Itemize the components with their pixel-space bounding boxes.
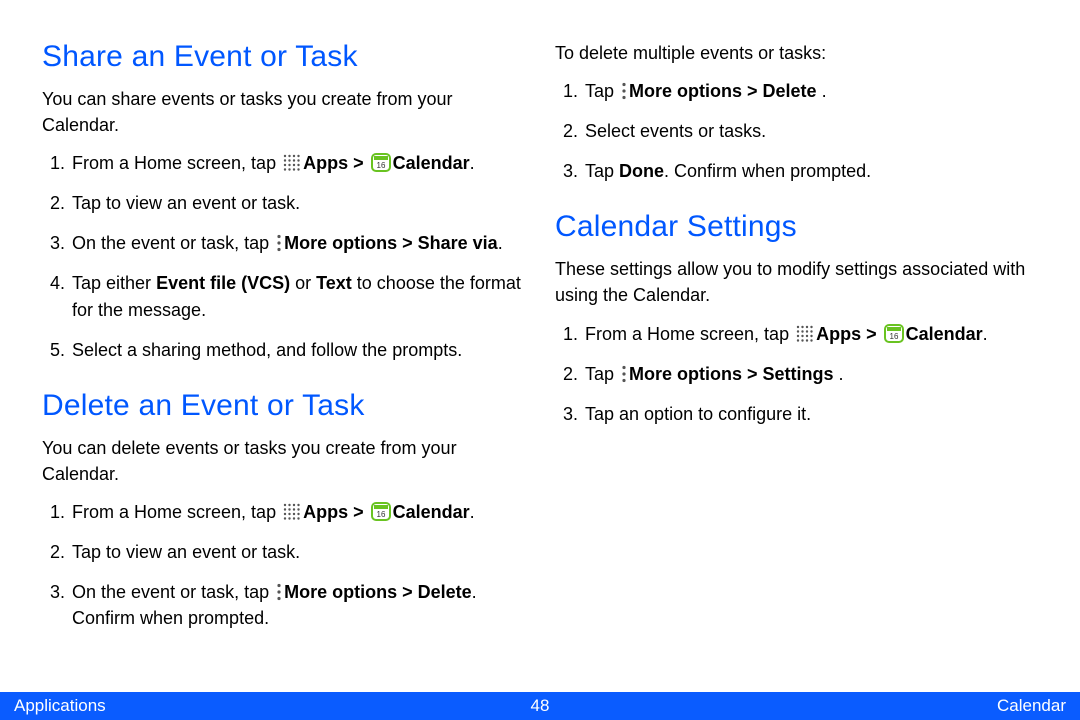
right-column: To delete multiple events or tasks: Tap … <box>555 40 1038 657</box>
share-step-1: From a Home screen, tap Apps > 16 Calenda… <box>70 150 525 176</box>
apps-label: Apps > <box>816 324 882 344</box>
delete-step-3: On the event or task, tap More options >… <box>70 579 525 631</box>
text: On the event or task, tap <box>72 582 274 602</box>
settings-step-2: Tap More options > Settings . <box>583 361 1038 387</box>
more-options-label: More options > Delete <box>284 582 472 602</box>
left-column: Share an Event or Task You can share eve… <box>42 40 525 657</box>
apps-grid-icon <box>283 503 301 521</box>
share-lead: You can share events or tasks you create… <box>42 86 525 138</box>
calendar-icon: 16 <box>884 323 904 343</box>
delete-step-2: Tap to view an event or task. <box>70 539 525 565</box>
more-options-icon <box>276 234 282 252</box>
settings-steps: From a Home screen, tap Apps > 16 Calenda… <box>555 321 1038 427</box>
footer-page-number: 48 <box>0 696 1080 716</box>
more-options-icon <box>621 82 627 100</box>
more-options-icon <box>276 583 282 601</box>
apps-label: Apps > <box>303 153 369 173</box>
text: . <box>470 153 475 173</box>
text: From a Home screen, tap <box>72 153 281 173</box>
calendar-icon: 16 <box>371 501 391 521</box>
page-footer: Applications 48 Calendar <box>0 692 1080 720</box>
settings-lead: These settings allow you to modify setti… <box>555 256 1038 308</box>
calendar-label: Calendar <box>906 324 983 344</box>
text: Tap <box>585 161 619 181</box>
share-step-2: Tap to view an event or task. <box>70 190 525 216</box>
calendar-label: Calendar <box>393 153 470 173</box>
text: . <box>470 502 475 522</box>
more-options-label: More options > Delete <box>629 81 822 101</box>
calendar-icon: 16 <box>371 152 391 172</box>
apps-label: Apps > <box>303 502 369 522</box>
apps-grid-icon <box>796 325 814 343</box>
bold: Event file (VCS) <box>156 273 290 293</box>
share-title: Share an Event or Task <box>42 40 525 74</box>
delete-steps: From a Home screen, tap Apps > 16 Calenda… <box>42 499 525 631</box>
apps-grid-icon <box>283 154 301 172</box>
bold: Done <box>619 161 664 181</box>
share-step-3: On the event or task, tap More options >… <box>70 230 525 256</box>
text: From a Home screen, tap <box>72 502 281 522</box>
text: . <box>498 233 503 253</box>
delete-multi-step-2: Select events or tasks. <box>583 118 1038 144</box>
delete-multi-lead: To delete multiple events or tasks: <box>555 40 1038 66</box>
page-body: Share an Event or Task You can share eve… <box>0 0 1080 657</box>
delete-multi-step-3: Tap Done. Confirm when prompted. <box>583 158 1038 184</box>
svg-text:16: 16 <box>376 510 385 519</box>
more-options-icon <box>621 365 627 383</box>
text: . <box>983 324 988 344</box>
more-options-label: More options > Settings <box>629 364 839 384</box>
more-options-label: More options > Share via <box>284 233 498 253</box>
settings-step-3: Tap an option to configure it. <box>583 401 1038 427</box>
text: Tap either <box>72 273 156 293</box>
share-step-5: Select a sharing method, and follow the … <box>70 337 525 363</box>
delete-multi-steps: Tap More options > Delete . Select event… <box>555 78 1038 184</box>
delete-lead: You can delete events or tasks you creat… <box>42 435 525 487</box>
text: On the event or task, tap <box>72 233 274 253</box>
text: . Confirm when prompted. <box>664 161 871 181</box>
calendar-label: Calendar <box>393 502 470 522</box>
settings-step-1: From a Home screen, tap Apps > 16 Calenda… <box>583 321 1038 347</box>
text: or <box>290 273 316 293</box>
text: Tap <box>585 81 619 101</box>
svg-text:16: 16 <box>376 161 385 170</box>
delete-multi-step-1: Tap More options > Delete . <box>583 78 1038 104</box>
settings-title: Calendar Settings <box>555 210 1038 244</box>
share-step-4: Tap either Event file (VCS) or Text to c… <box>70 270 525 322</box>
text: From a Home screen, tap <box>585 324 794 344</box>
delete-title: Delete an Event or Task <box>42 389 525 423</box>
delete-step-1: From a Home screen, tap Apps > 16 Calenda… <box>70 499 525 525</box>
text: . <box>822 81 827 101</box>
text: Tap <box>585 364 619 384</box>
text: . <box>839 364 844 384</box>
bold: Text <box>316 273 352 293</box>
svg-text:16: 16 <box>889 332 898 341</box>
share-steps: From a Home screen, tap Apps > 16 Calenda… <box>42 150 525 363</box>
